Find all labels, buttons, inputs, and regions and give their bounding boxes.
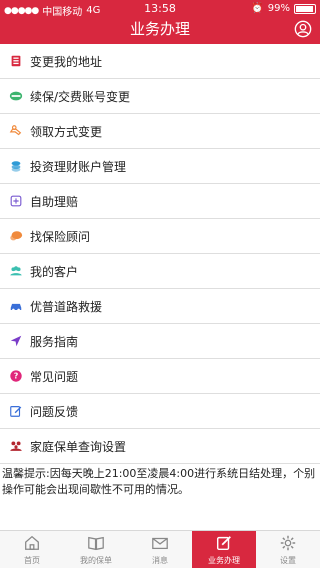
menu-item-label: 优普道路救援: [30, 299, 103, 314]
battery-icon: [294, 3, 316, 14]
menu-item[interactable]: ? 常见问题: [0, 359, 320, 394]
user-profile-button[interactable]: [294, 20, 312, 38]
alarm-icon: ⏰: [251, 3, 264, 14]
coins-icon: [8, 158, 24, 174]
menu-item[interactable]: 变更我的地址: [0, 44, 320, 79]
menu-item[interactable]: 服务指南: [0, 324, 320, 359]
menu-item-label: 找保险顾问: [30, 229, 91, 244]
card-icon: [8, 88, 24, 104]
menu-item[interactable]: 投资理财账户管理: [0, 149, 320, 184]
tab-4[interactable]: 设置: [256, 531, 320, 568]
notice-text: 温馨提示:因每天晚上21:00至凌晨4:00进行系统日结处理，个别操作可能会出现…: [0, 464, 320, 530]
menu-item-label: 续保/交费账号变更: [30, 89, 131, 104]
tab-label: 首页: [24, 555, 40, 565]
service-menu: 变更我的地址续保/交费账号变更 领取方式变更投资理财账户管理 自助理赔找保险顾问我的…: [0, 44, 320, 464]
car-icon: [8, 298, 24, 314]
tab-bar: 首页 我的保单 消息 业务办理 设置: [0, 530, 320, 568]
address-book-icon: [8, 53, 24, 69]
tab-label: 消息: [152, 555, 168, 565]
tab-1[interactable]: 我的保单: [64, 531, 128, 568]
users-icon: [8, 263, 24, 279]
menu-item[interactable]: 找保险顾问: [0, 219, 320, 254]
tab-label: 业务办理: [208, 555, 240, 565]
menu-item-label: 投资理财账户管理: [30, 159, 127, 174]
menu-item-label: 领取方式变更: [30, 124, 103, 139]
question-icon: ?: [8, 368, 24, 384]
tab-3[interactable]: 业务办理: [192, 531, 256, 568]
hand-coin-icon: [8, 123, 24, 139]
edit-icon: [8, 403, 24, 419]
menu-item[interactable]: 优普道路救援: [0, 289, 320, 324]
menu-item-label: 常见问题: [30, 369, 79, 384]
menu-item-label: 变更我的地址: [30, 54, 103, 69]
menu-item[interactable]: 问题反馈: [0, 394, 320, 429]
menu-item[interactable]: 家庭保单查询设置: [0, 429, 320, 464]
navigation-arrow-icon: [8, 333, 24, 349]
mail-icon: [151, 534, 169, 555]
svg-text:?: ?: [14, 372, 19, 381]
tab-label: 我的保单: [80, 555, 112, 565]
menu-item-label: 问题反馈: [30, 404, 79, 419]
menu-item[interactable]: 自助理赔: [0, 184, 320, 219]
tab-2[interactable]: 消息: [128, 531, 192, 568]
menu-item-label: 服务指南: [30, 334, 79, 349]
menu-item[interactable]: 领取方式变更: [0, 114, 320, 149]
gear-icon: [279, 534, 297, 555]
tab-label: 设置: [280, 555, 296, 565]
menu-item[interactable]: 我的客户: [0, 254, 320, 289]
menu-item-label: 家庭保单查询设置: [30, 439, 127, 454]
plus-square-icon: [8, 193, 24, 209]
edit-icon: [215, 534, 233, 555]
family-icon: [8, 438, 24, 454]
tab-0[interactable]: 首页: [0, 531, 64, 568]
app-header: ●●●●● 中国移动 4G 13:58 ⏰ 99% 业务办理: [0, 0, 320, 44]
menu-item-label: 自助理赔: [30, 194, 79, 209]
chat-bubble-icon: [8, 228, 24, 244]
menu-item[interactable]: 续保/交费账号变更: [0, 79, 320, 114]
battery-percent: 99%: [267, 3, 290, 14]
user-icon: [294, 20, 312, 38]
book-icon: [87, 534, 105, 555]
page-title: 业务办理: [129, 20, 190, 38]
home-icon: [23, 534, 41, 555]
menu-item-label: 我的客户: [30, 264, 79, 279]
